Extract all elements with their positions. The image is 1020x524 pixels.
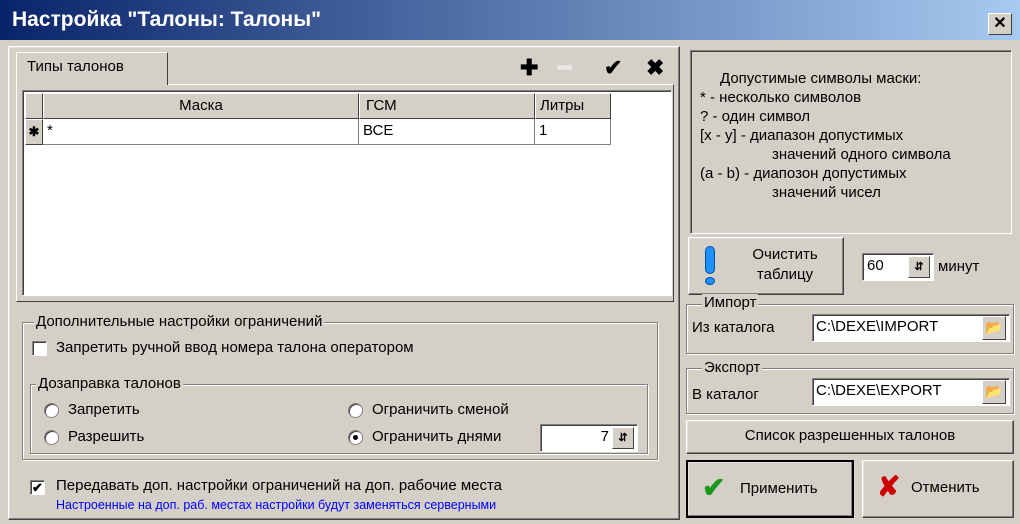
refill-allow-label: Разрешить [68,428,145,445]
minutes-spinner[interactable]: ⇵ [908,256,930,278]
clear-table-button[interactable]: Очистить таблицу [688,237,844,295]
export-group-title: Экспорт [702,359,763,377]
cell-fuel[interactable]: ВСЕ [359,119,535,145]
import-folder-icon[interactable]: 📂 [982,316,1006,340]
tab-label: Типы талонов [27,58,124,75]
import-label: Из каталога [692,319,775,336]
tab-coupon-types[interactable]: Типы талонов [16,52,168,85]
add-icon[interactable]: ✚ [520,56,538,80]
window-title: Настройка "Талоны: Талоны" [12,8,322,31]
mask-help-line: ? - один символ [700,108,811,125]
apply-button[interactable]: ✔ Применить [686,460,854,518]
minutes-value: 60 [867,257,884,274]
restrictions-group-title: Дополнительные настройки ограничений [34,313,325,331]
close-button[interactable]: ✕ [988,13,1012,35]
refill-limit-shift-label: Ограничить сменой [372,401,509,418]
refill-group-title: Дозаправка талонов [36,375,183,393]
forbid-manual-checkbox[interactable] [32,341,47,356]
cell-liters[interactable]: 1 [535,119,611,145]
transfer-checkbox[interactable]: ✔ [30,480,45,495]
coupon-types-grid[interactable]: Маска ГСМ Литры ✱ * ВСЕ 1 [22,90,672,296]
mask-help-line: * - несколько символов [700,89,862,106]
allowed-coupons-list-label: Список разрешенных талонов [744,427,956,444]
mask-help-line: (a - b) - диапозон допустимых [700,165,907,182]
import-path-input[interactable]: C:\DEXE\IMPORT [812,314,1010,342]
refill-forbid-label: Запретить [68,401,140,418]
refill-forbid-radio[interactable] [44,403,59,418]
grid-indicator-header [25,93,43,119]
import-group-title: Импорт [702,294,759,312]
info-icon [703,246,717,285]
mask-help-line: значений одного символа [772,146,951,163]
column-header-fuel[interactable]: ГСМ [359,93,535,119]
minutes-unit-label: минут [938,258,980,275]
export-path-value: C:\DEXE\EXPORT [816,382,942,399]
days-value: 7 [600,428,609,445]
row-indicator: ✱ [25,119,43,145]
cell-mask[interactable]: * [43,119,359,145]
refill-limit-days-radio[interactable] [348,430,363,445]
transfer-label: Передавать доп. настройки ограничений на… [56,477,503,494]
cross-icon: ✘ [877,471,901,502]
allowed-coupons-list-button[interactable]: Список разрешенных талонов [686,420,1014,454]
clear-table-label-2: таблицу [756,266,814,283]
mask-help-line: значений чисел [772,184,881,201]
remove-icon[interactable]: ━ [558,56,571,80]
refill-limit-shift-radio[interactable] [348,403,363,418]
clear-table-label-1: Очистить [752,246,818,263]
export-folder-icon[interactable]: 📂 [982,380,1006,404]
checkmark-icon: ✔ [702,472,726,503]
refill-limit-days-label: Ограничить днями [372,428,502,445]
forbid-manual-label: Запретить ручной ввод номера талона опер… [56,339,414,356]
export-path-input[interactable]: C:\DEXE\EXPORT [812,378,1010,406]
cancel-button[interactable]: ✘ Отменить [862,460,1014,518]
transfer-note: Настроенные на доп. раб. местах настройк… [56,498,497,512]
export-label: В каталог [692,386,759,403]
close-icon: ✕ [993,15,1007,32]
cancel-icon[interactable]: ✖ [646,56,664,80]
cancel-label: Отменить [911,479,980,496]
refill-allow-radio[interactable] [44,430,59,445]
mask-help-title: Допустимые символы маски: [720,70,922,87]
apply-label: Применить [740,480,818,497]
mask-help-line: [x - y] - диапазон допустимых [700,127,904,144]
import-path-value: C:\DEXE\IMPORT [816,318,939,335]
column-header-mask[interactable]: Маска [43,93,359,119]
days-spinner[interactable]: ⇵ [612,427,634,449]
confirm-icon[interactable]: ✔ [604,56,622,80]
column-header-liters[interactable]: Литры [535,93,611,119]
